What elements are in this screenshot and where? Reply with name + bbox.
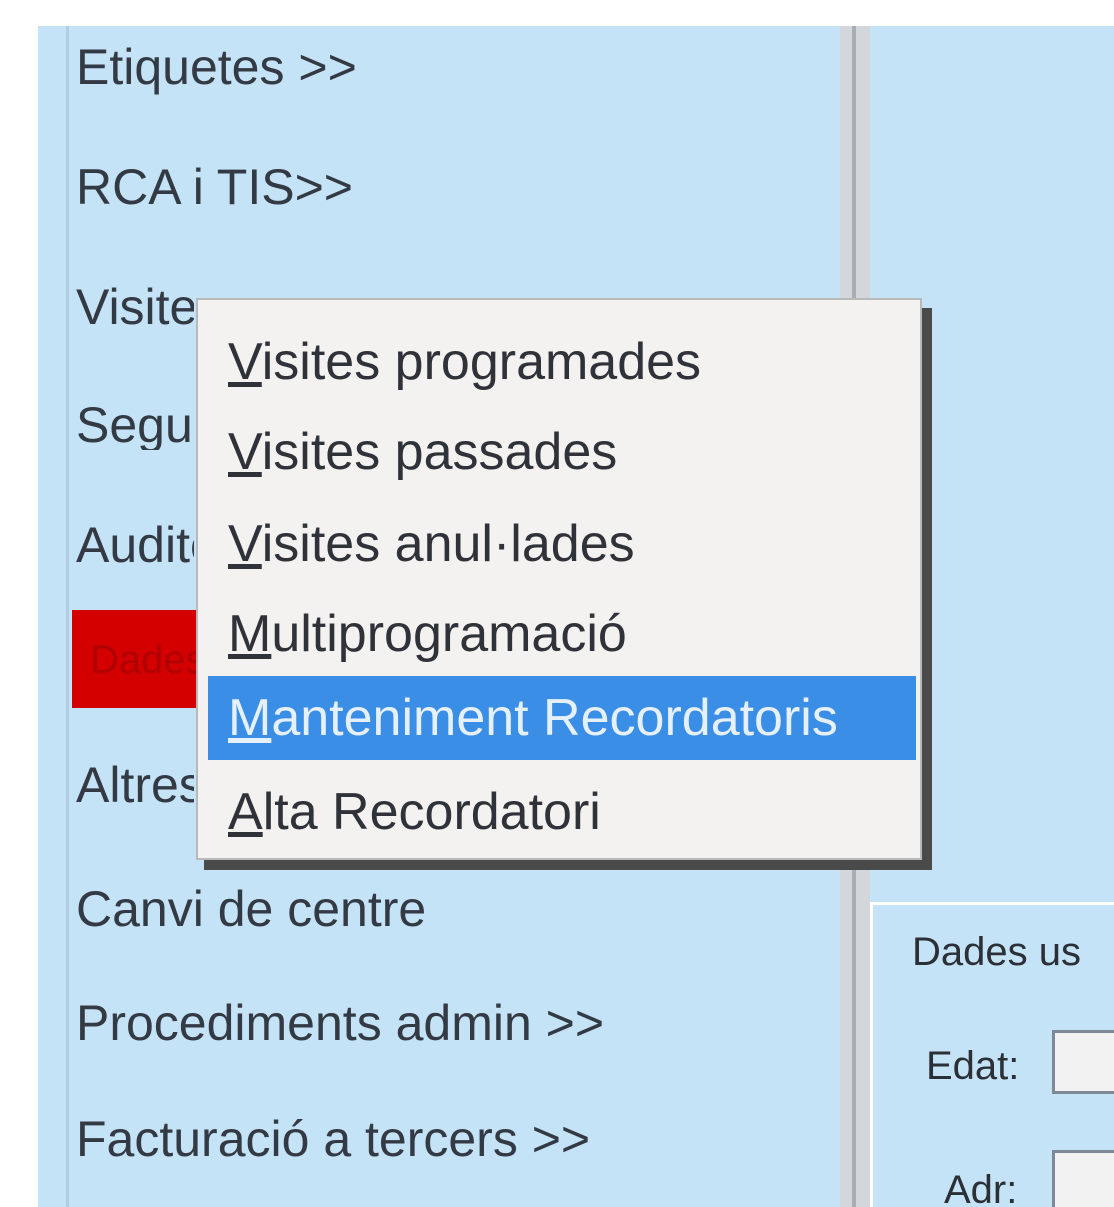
- app-window: Etiquetes >> RCA i TIS>> Visites >> Segu…: [0, 0, 1114, 1207]
- menu-item-multiprogramacio[interactable]: Multiprogramació: [208, 592, 916, 676]
- mnemonic: M: [228, 605, 272, 663]
- nav-item-alert[interactable]: Dades: [72, 610, 206, 708]
- nav-item-procediments-admin[interactable]: Procediments admin >>: [76, 998, 604, 1048]
- nav-item-altres[interactable]: Altres >>: [76, 760, 194, 810]
- menu-item-visites-anullades[interactable]: Visites anul·lades: [208, 502, 916, 586]
- visites-popup-menu: Visites programades Visites passades Vis…: [196, 298, 922, 860]
- fieldset-legend: Dades us: [912, 930, 1081, 974]
- nav-panel-border: [66, 26, 69, 1207]
- menu-item-label: isites anul·lades: [261, 515, 635, 573]
- mnemonic: M: [228, 689, 272, 747]
- menu-item-alta-recordatori[interactable]: Alta Recordatori: [208, 770, 916, 854]
- mnemonic: A: [228, 783, 263, 841]
- nav-item-canvi-centre[interactable]: Canvi de centre: [76, 884, 426, 934]
- mnemonic: V: [228, 515, 262, 573]
- menu-item-label: isites programades: [261, 333, 702, 391]
- menu-item-label: lta Recordatori: [262, 783, 601, 841]
- menu-item-label: isites passades: [261, 423, 618, 481]
- menu-item-visites-passades[interactable]: Visites passades: [208, 410, 916, 494]
- nav-item-etiquetes[interactable]: Etiquetes >>: [76, 42, 357, 92]
- menu-item-visites-programades[interactable]: Visites programades: [208, 320, 916, 404]
- mnemonic: V: [228, 333, 262, 391]
- nav-item-seguiment[interactable]: Seguiment >>: [76, 400, 194, 450]
- nav-item-facturacio[interactable]: Facturació a tercers >>: [76, 1114, 590, 1164]
- edat-label: Edat:: [926, 1044, 1020, 1088]
- mnemonic: V: [228, 423, 262, 481]
- nav-item-visites[interactable]: Visites >>: [76, 282, 194, 332]
- nav-item-auditoria[interactable]: Auditoria >>: [76, 520, 194, 570]
- edat-input[interactable]: [1052, 1030, 1114, 1094]
- adr-label: Adr:: [944, 1168, 1018, 1207]
- menu-item-label: anteniment Recordatoris: [271, 689, 838, 747]
- adr-input[interactable]: [1052, 1150, 1114, 1207]
- nav-item-rca-tis[interactable]: RCA i TIS>>: [76, 162, 353, 212]
- menu-item-label: ultiprogramació: [271, 605, 627, 663]
- nav-item-alert-label: Dades: [90, 638, 206, 682]
- menu-item-manteniment-recordatoris[interactable]: Manteniment Recordatoris: [208, 676, 916, 760]
